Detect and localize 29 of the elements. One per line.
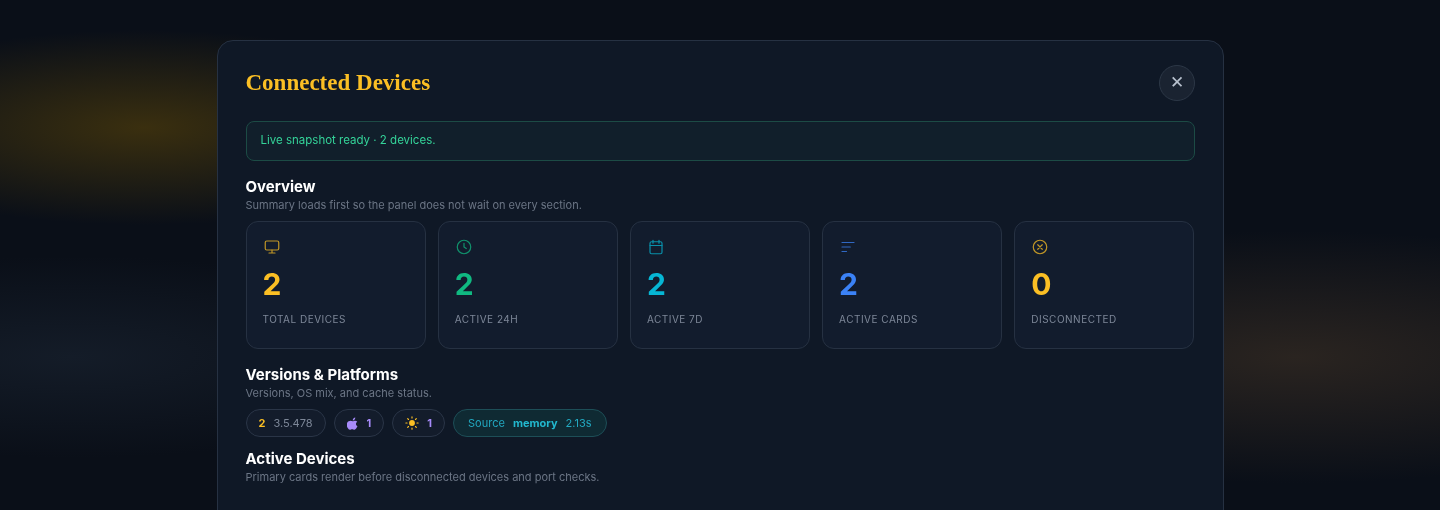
platform-chip: 1 <box>333 409 385 437</box>
platform-chip: 1 <box>392 409 446 437</box>
version-chip: 2 3.5.478 <box>245 409 326 437</box>
stat-value: 2 <box>262 268 283 300</box>
stat-value: 2 <box>646 268 667 300</box>
stat-value: 2 <box>454 268 475 300</box>
section-heading: Versions & Platforms <box>245 365 400 385</box>
section-subtitle: Summary loads first so the panel does not wait on every section. <box>245 197 583 213</box>
section-heading: Active Devices <box>245 449 356 469</box>
calendar-icon <box>646 238 665 256</box>
section-subtitle: Primary cards render before disconnected devices and port checks. <box>245 469 601 485</box>
stat-label: ACTIVE 24H <box>454 312 520 327</box>
x-circle-icon <box>1031 238 1050 256</box>
source-chip: Source memory 2.13s <box>453 409 607 437</box>
section-heading: Overview <box>245 177 317 197</box>
monitor-icon <box>262 238 281 256</box>
stat-value: 0 <box>1031 268 1053 300</box>
stat-value: 2 <box>839 268 859 300</box>
stat-label: ACTIVE CARDS <box>839 312 919 327</box>
stat-label: TOTAL DEVICES <box>262 312 348 327</box>
close-button[interactable]: ✕ <box>1158 65 1195 101</box>
clock-icon <box>454 238 473 256</box>
apple-icon <box>346 416 359 430</box>
status-banner: Live snapshot ready · 2 devices. <box>245 121 1195 161</box>
sun-icon <box>405 416 420 430</box>
dialog-title: Connected Devices <box>245 68 431 97</box>
stat-label: DISCONNECTED <box>1031 312 1118 327</box>
section-subtitle: Versions, OS mix, and cache status. <box>245 385 433 401</box>
stat-label: ACTIVE 7D <box>646 312 704 327</box>
